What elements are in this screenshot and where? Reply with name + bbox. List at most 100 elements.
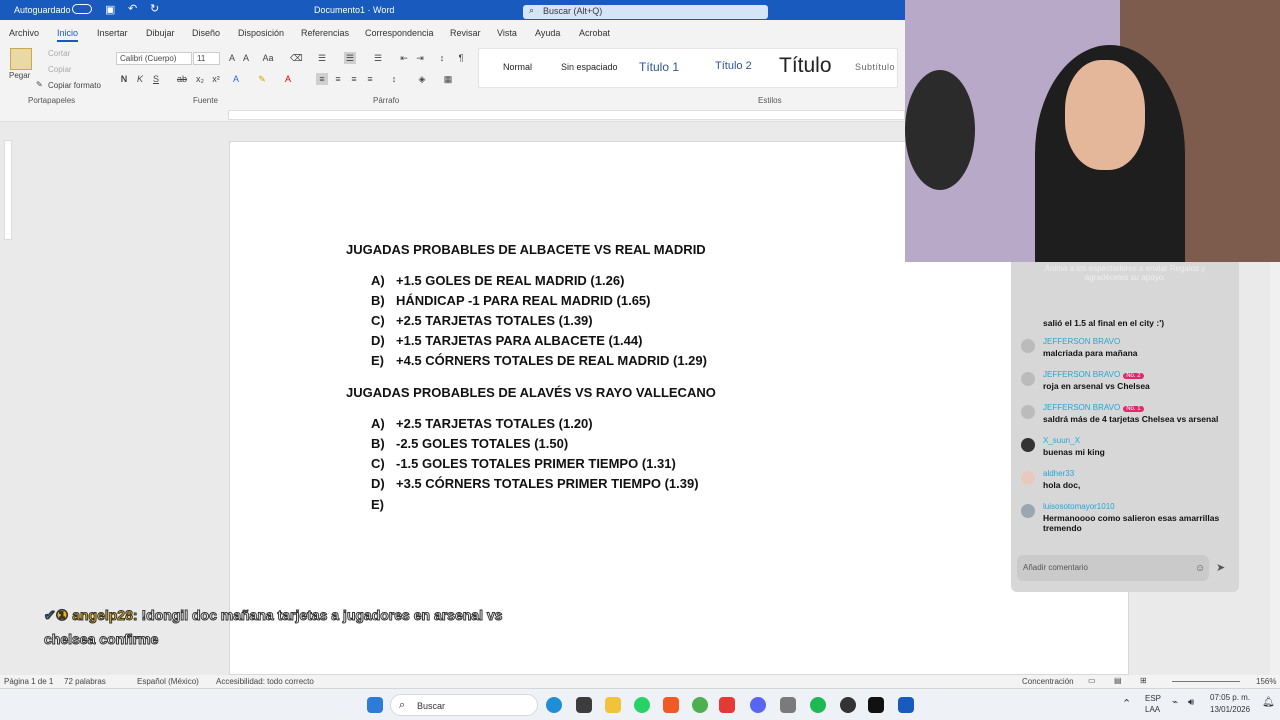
language-status[interactable]: Español (México)	[137, 677, 199, 686]
style-normal[interactable]: Normal	[503, 62, 532, 72]
decrease-indent-icon[interactable]: ⇤	[398, 52, 410, 64]
font-size-select[interactable]: 11	[193, 52, 220, 65]
chrome-icon[interactable]	[692, 697, 708, 713]
show-marks-icon[interactable]: ¶	[455, 52, 467, 64]
spotify-icon[interactable]	[810, 697, 826, 713]
clear-format-icon[interactable]: ⌫	[290, 52, 303, 64]
chat-username[interactable]: JEFFERSON BRAVO	[1043, 403, 1120, 412]
list-item[interactable]: D) +3.5 CÓRNERS TOTALES PRIMER TIEMPO (1.…	[371, 476, 699, 491]
obs-icon[interactable]	[840, 697, 856, 713]
change-case-icon[interactable]: Aa	[262, 52, 274, 64]
tab-archivo[interactable]: Archivo	[9, 28, 39, 38]
volume-icon[interactable]: 🔊︎	[1188, 697, 1194, 708]
sort-icon[interactable]: ↕	[436, 52, 448, 64]
tab-insertar[interactable]: Insertar	[97, 28, 128, 38]
list-item[interactable]: A) +1.5 GOLES DE REAL MADRID (1.26)	[371, 273, 624, 288]
style-title[interactable]: Título	[779, 54, 832, 78]
word-icon[interactable]	[898, 697, 914, 713]
style-heading2[interactable]: Título 2	[715, 60, 752, 72]
chat-username[interactable]: aldher33	[1043, 469, 1074, 478]
align-left-icon[interactable]: ≡	[316, 73, 328, 85]
tab-inicio[interactable]: Inicio	[57, 28, 79, 42]
tiktok-icon[interactable]	[868, 697, 884, 713]
justify-icon[interactable]: ≡	[364, 73, 376, 85]
chat-comment-input[interactable]: Añadir comentario	[1017, 555, 1209, 581]
calculator-icon[interactable]	[780, 697, 796, 713]
increase-indent-icon[interactable]: ⇥	[414, 52, 426, 64]
network-icon[interactable]: ⌁	[1172, 697, 1178, 708]
font-name-select[interactable]: Calibri (Cuerpo)	[116, 52, 192, 65]
whatsapp-icon[interactable]	[634, 697, 650, 713]
list-item[interactable]: E)	[371, 497, 396, 512]
list-item[interactable]: E) +4.5 CÓRNERS TOTALES DE REAL MADRID (1…	[371, 353, 707, 368]
italic-icon[interactable]: K	[134, 73, 146, 85]
word-count[interactable]: 72 palabras	[64, 677, 106, 686]
chat-username[interactable]: JEFFERSON BRAVO	[1043, 337, 1120, 346]
file-explorer-icon[interactable]	[605, 697, 621, 713]
tab-ayuda[interactable]: Ayuda	[535, 28, 560, 38]
keyboard-lang-primary[interactable]: ESP	[1145, 694, 1161, 703]
style-subtitle[interactable]: Subtítulo	[855, 62, 895, 72]
typora-icon[interactable]	[719, 697, 735, 713]
clock-date[interactable]: 13/01/2026	[1210, 705, 1250, 714]
list-item[interactable]: C) +2.5 TARJETAS TOTALES (1.39)	[371, 313, 593, 328]
subscript-icon[interactable]: x₂	[194, 73, 206, 85]
list-item[interactable]: A) +2.5 TARJETAS TOTALES (1.20)	[371, 416, 593, 431]
heading-alaves[interactable]: JUGADAS PROBABLES DE ALAVÉS VS RAYO VALL…	[346, 385, 716, 400]
tab-vista[interactable]: Vista	[497, 28, 517, 38]
font-color-icon[interactable]: A	[282, 73, 294, 85]
paste-button[interactable]: Pegar	[9, 71, 30, 80]
tab-acrobat[interactable]: Acrobat	[579, 28, 610, 38]
tab-diseno[interactable]: Diseño	[192, 28, 220, 38]
list-item[interactable]: C) -1.5 GOLES TOTALES PRIMER TIEMPO (1.31…	[371, 456, 676, 471]
list-item[interactable]: D) +1.5 TARJETAS PARA ALBACETE (1.44)	[371, 333, 642, 348]
chat-username[interactable]: JEFFERSON BRAVO	[1043, 370, 1120, 379]
notification-icon[interactable]: 🔔︎	[1262, 697, 1275, 708]
edge-icon[interactable]	[546, 697, 562, 713]
tab-disposicion[interactable]: Disposición	[238, 28, 284, 38]
align-right-icon[interactable]: ≡	[348, 73, 360, 85]
grow-font-icon[interactable]: A	[226, 52, 238, 64]
cut-button[interactable]: Cortar	[48, 49, 70, 58]
style-no-spacing[interactable]: Sin espaciado	[561, 62, 618, 72]
redo-icon[interactable]: ↻	[150, 2, 159, 15]
copy-button[interactable]: Copiar	[48, 65, 72, 74]
taskbar-search[interactable]: ⌕ Buscar	[390, 694, 538, 716]
print-layout-icon[interactable]: ▤	[1114, 676, 1122, 685]
tab-dibujar[interactable]: Dibujar	[146, 28, 175, 38]
app-icon[interactable]	[576, 697, 592, 713]
tab-revisar[interactable]: Revisar	[450, 28, 481, 38]
strikethrough-icon[interactable]: ab	[176, 73, 188, 85]
paste-icon[interactable]	[10, 48, 32, 70]
text-effects-icon[interactable]: A	[230, 73, 242, 85]
windows-start-icon[interactable]	[367, 697, 383, 713]
save-icon[interactable]: ▣	[105, 3, 115, 16]
heading-albacete[interactable]: JUGADAS PROBABLES DE ALBACETE VS REAL MA…	[346, 242, 706, 257]
bold-icon[interactable]: N	[118, 73, 130, 85]
chevron-up-icon[interactable]: ⌃	[1122, 697, 1131, 710]
focus-mode-button[interactable]: Concentración	[1022, 677, 1074, 686]
numbering-icon[interactable]: ☰	[344, 52, 356, 64]
borders-icon[interactable]: ▦	[442, 73, 454, 85]
format-painter-icon[interactable]: ✎	[36, 80, 43, 89]
line-spacing-icon[interactable]: ↕	[388, 73, 400, 85]
tab-referencias[interactable]: Referencias	[301, 28, 349, 38]
format-painter-button[interactable]: Copiar formato	[48, 81, 101, 90]
clock-time[interactable]: 07:05 p. m.	[1210, 693, 1250, 702]
bullets-icon[interactable]: ☰	[316, 52, 328, 64]
highlight-icon[interactable]: ✎	[256, 73, 268, 85]
chat-username[interactable]: X_suun_X	[1043, 436, 1080, 445]
web-layout-icon[interactable]: ⊞	[1140, 676, 1147, 685]
emoji-icon[interactable]: ☺	[1195, 563, 1205, 574]
accessibility-status[interactable]: Accesibilidad: todo correcto	[216, 677, 314, 686]
superscript-icon[interactable]: x²	[210, 73, 222, 85]
brave-icon[interactable]	[663, 697, 679, 713]
autosave-toggle[interactable]	[72, 4, 92, 14]
zoom-level[interactable]: 156%	[1256, 677, 1276, 686]
multilevel-list-icon[interactable]: ☰	[372, 52, 384, 64]
keyboard-lang-secondary[interactable]: LAA	[1145, 705, 1160, 714]
discord-icon[interactable]	[750, 697, 766, 713]
shrink-font-icon[interactable]: A	[240, 52, 252, 64]
undo-icon[interactable]: ↶	[128, 2, 137, 15]
page-count[interactable]: Página 1 de 1	[4, 677, 53, 686]
